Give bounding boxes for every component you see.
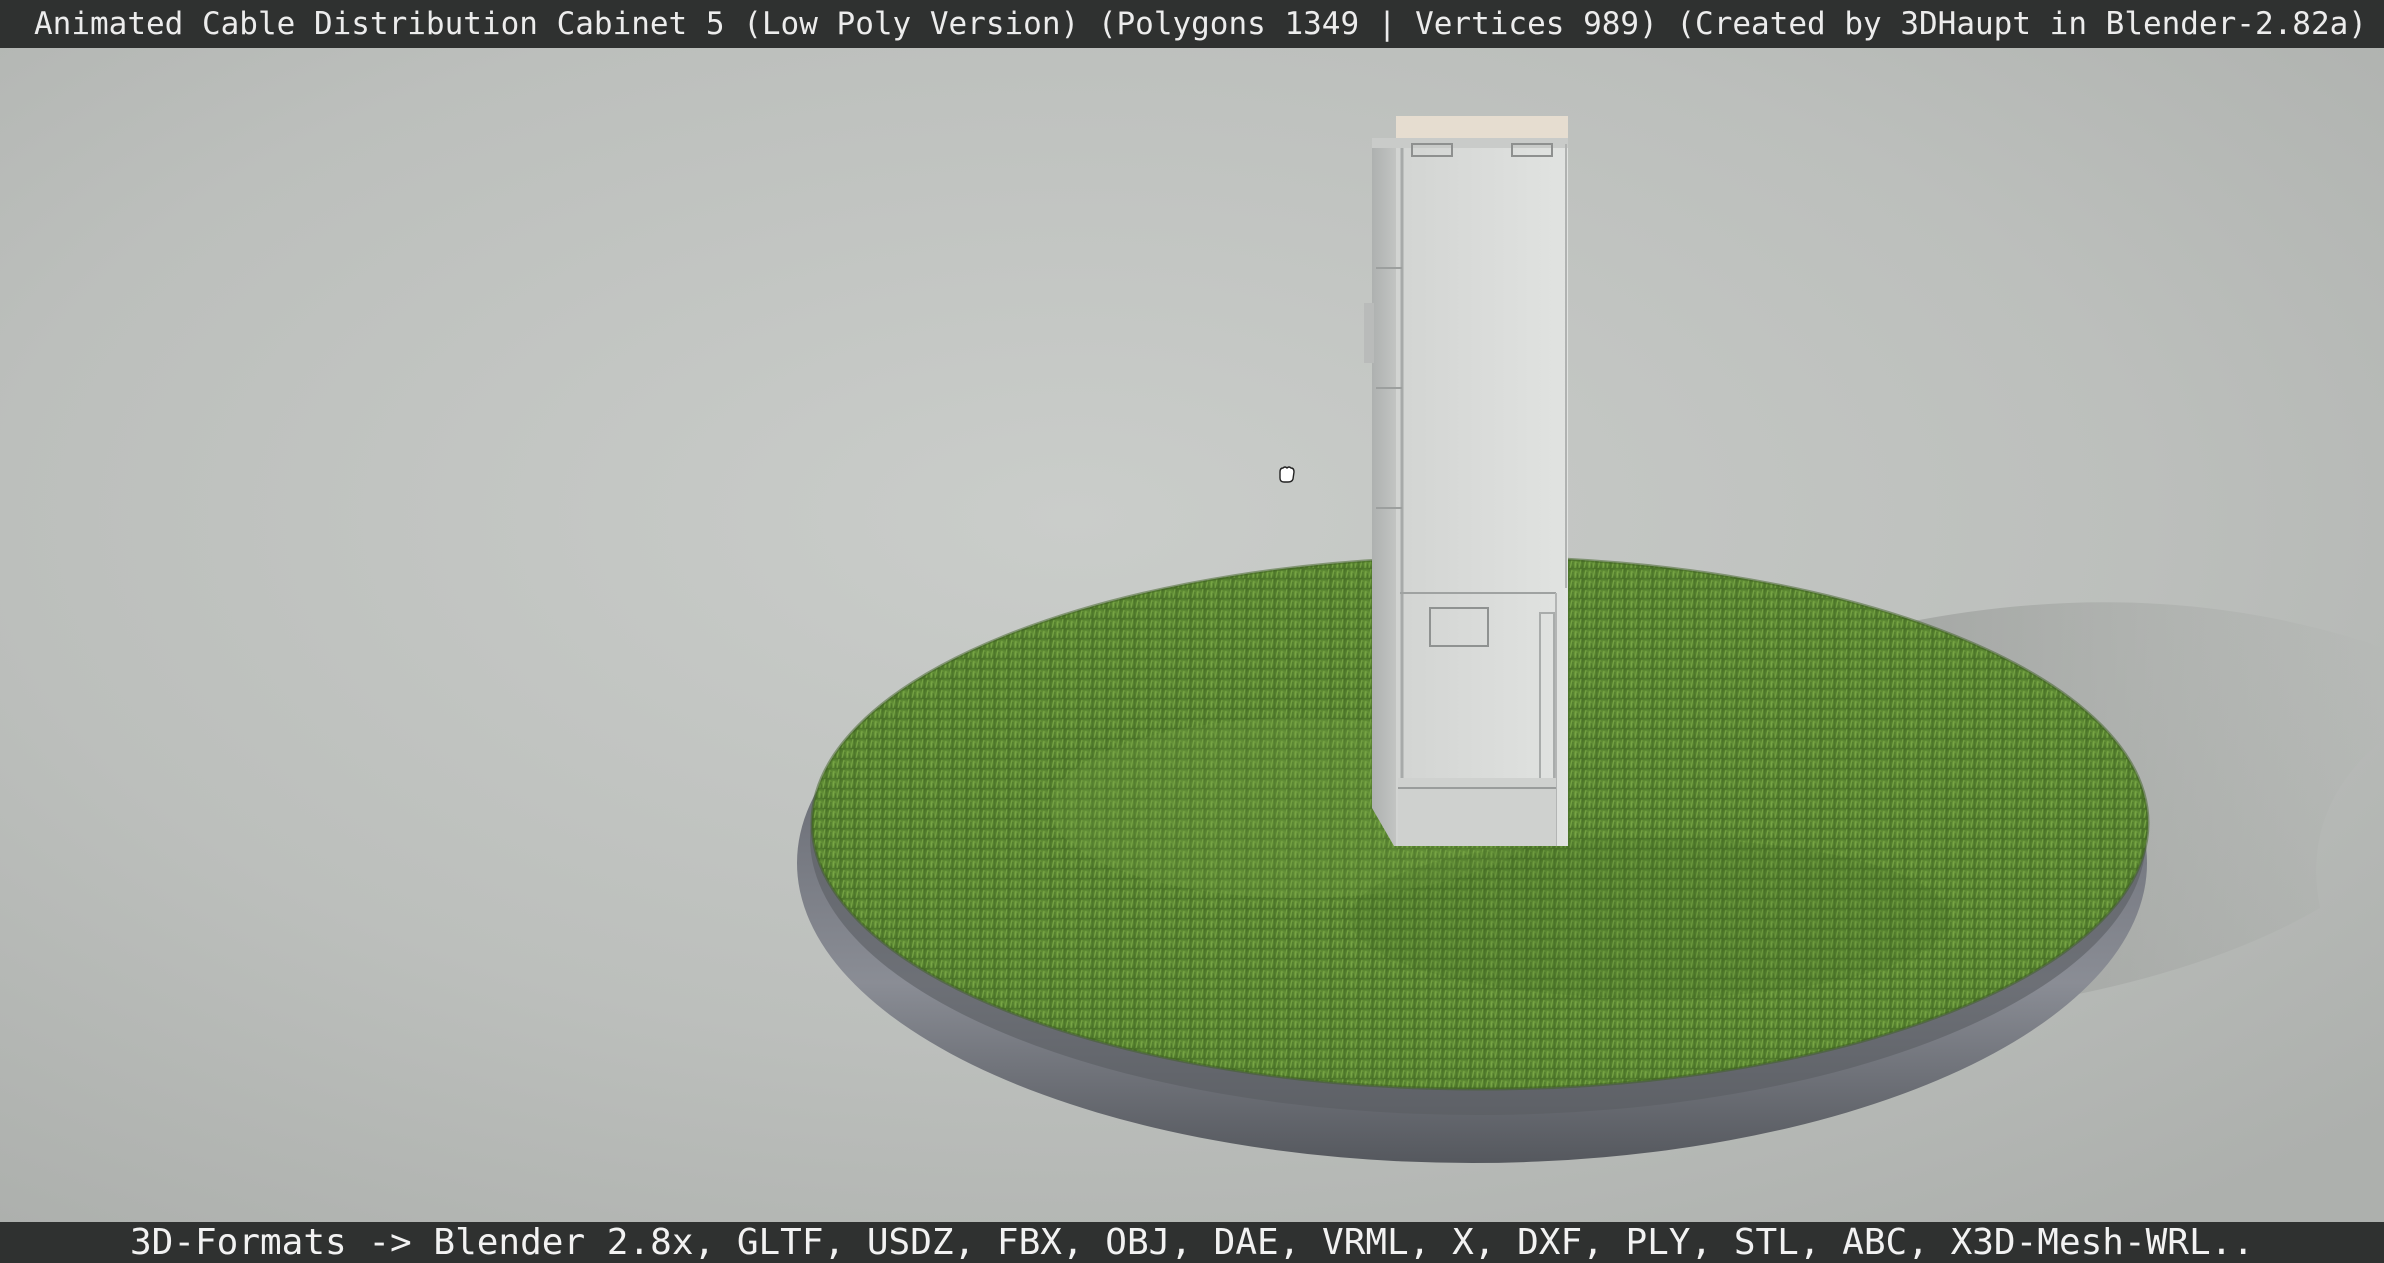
scene-render: [0, 48, 2384, 1222]
hand-cursor-icon: [1279, 466, 1295, 483]
cable-cabinet-model: [1364, 116, 1568, 846]
formats-text: 3D-Formats -> Blender 2.8x, GLTF, USDZ, …: [129, 1222, 2255, 1263]
viewer-window: Animated Cable Distribution Cabinet 5 (L…: [0, 0, 2384, 1263]
title-bar: Animated Cable Distribution Cabinet 5 (L…: [0, 0, 2384, 48]
model-title: Animated Cable Distribution Cabinet 5 (L…: [34, 6, 2367, 42]
formats-bar: 3D-Formats -> Blender 2.8x, GLTF, USDZ, …: [0, 1222, 2384, 1263]
3d-viewport[interactable]: [0, 48, 2384, 1222]
